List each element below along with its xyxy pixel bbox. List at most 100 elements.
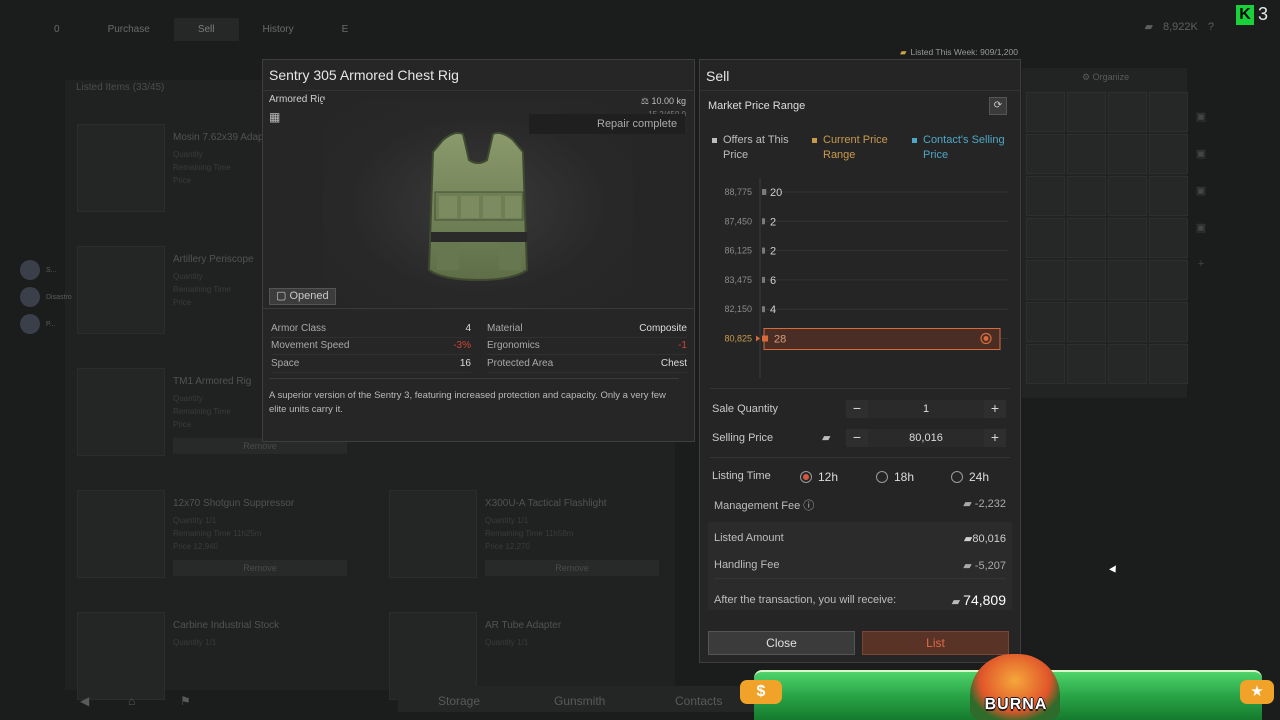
- star-icon: ★: [1240, 680, 1274, 704]
- offer-count-label: 2: [770, 246, 776, 258]
- offer-count-label: 4: [770, 304, 776, 316]
- offer-bar: [762, 218, 765, 225]
- y-tick-label: 80,825: [724, 334, 752, 344]
- tab-e[interactable]: E: [318, 18, 373, 41]
- tab-history[interactable]: History: [239, 18, 318, 41]
- side-icon[interactable]: ▣: [1196, 221, 1206, 234]
- side-toolbar: ▣ ▣ ▣ ▣ +: [1188, 100, 1214, 300]
- item-detail-panel: Sentry 305 Armored Chest Rig Armored Rig…: [262, 59, 695, 442]
- remove-button[interactable]: Remove: [173, 560, 347, 576]
- offer-count-label: 2: [770, 216, 776, 228]
- burna-logo-text: BURNA: [984, 696, 1048, 713]
- sale-quantity-label: Sale Quantity: [712, 403, 779, 415]
- avatar: [20, 287, 40, 307]
- flag-icon[interactable]: ⚑: [180, 694, 191, 708]
- price-plus-button[interactable]: +: [984, 429, 1006, 447]
- listed-this-week: ▰ Listed This Week: 909/1,200: [900, 47, 1018, 57]
- nav-contacts[interactable]: Contacts: [675, 694, 722, 708]
- listing-12h-radio[interactable]: 12h: [800, 470, 838, 484]
- quantity-plus-button[interactable]: +: [984, 400, 1006, 418]
- close-button[interactable]: Close: [708, 631, 855, 655]
- receive-amount: 74,809: [963, 592, 1006, 608]
- opened-badge[interactable]: ▢ Opened: [269, 288, 336, 305]
- organize-icon: ⚙: [1082, 72, 1093, 82]
- avatar: [20, 260, 40, 280]
- money-icon: ▰: [1144, 21, 1153, 33]
- stat-armor-class: Armor Class 4: [271, 320, 471, 338]
- offer-count-label: 6: [770, 275, 776, 287]
- offer-count-label: 20: [770, 187, 782, 199]
- friends-list: S... Disastro P...: [20, 260, 72, 341]
- refresh-icon[interactable]: ⟳: [989, 97, 1007, 115]
- y-tick-label: 87,450: [724, 216, 752, 226]
- mouse-cursor-icon: [1109, 565, 1119, 575]
- repair-complete-toast: Repair complete: [529, 114, 685, 134]
- listed-items-header: Listed Items (33/45): [76, 82, 165, 93]
- price-minus-button[interactable]: −: [846, 429, 868, 447]
- receive-row: After the transaction, you will receive:…: [714, 592, 1006, 608]
- listed-card[interactable]: 12x70 Shotgun Suppressor Quantity 1/1 Rem…: [65, 490, 365, 590]
- info-icon[interactable]: ⓘ: [803, 500, 814, 512]
- listing-18h-radio[interactable]: 18h: [876, 470, 914, 484]
- item-title: Sentry 305 Armored Chest Rig: [263, 60, 694, 91]
- current-price-row: [763, 328, 1001, 350]
- legend-offers: Offers at This Price: [712, 133, 812, 163]
- offer-bar: [762, 276, 765, 283]
- y-tick-label: 82,150: [724, 304, 752, 314]
- y-tick-label: 86,125: [724, 246, 752, 256]
- stat-material: Material Composite: [487, 320, 687, 338]
- tab-purchase[interactable]: Purchase: [84, 18, 174, 41]
- currency-total: 8,922K: [1163, 20, 1198, 33]
- remove-button[interactable]: Remove: [485, 560, 659, 576]
- sell-title: Sell: [700, 60, 1020, 91]
- market-price-range-label: Market Price Range: [708, 100, 806, 112]
- stream-banner: $ ★ BURNA: [740, 654, 1280, 720]
- side-icon[interactable]: ▣: [1196, 110, 1206, 123]
- item-thumbnail: [77, 368, 165, 456]
- dollar-icon: $: [740, 680, 782, 704]
- friend-item[interactable]: P...: [20, 314, 72, 334]
- radio-icon: [951, 471, 963, 483]
- box-icon: ▢: [276, 290, 290, 302]
- side-icon[interactable]: ▣: [1196, 147, 1206, 160]
- price-pointer: [756, 335, 760, 342]
- price-input[interactable]: 80,016: [868, 429, 984, 447]
- item-thumbnail: [77, 490, 165, 578]
- friend-item[interactable]: Disastro: [20, 287, 72, 307]
- offer-bar: [762, 247, 765, 254]
- listed-amount-row: Listed Amount ▰80,016: [714, 532, 1006, 545]
- list-button[interactable]: List: [862, 631, 1009, 655]
- item-description: A superior version of the Sentry 3, feat…: [269, 378, 679, 417]
- back-icon[interactable]: ◀: [80, 694, 89, 708]
- nav-gunsmith[interactable]: Gunsmith: [554, 694, 605, 708]
- item-type: Armored Rig: [269, 94, 326, 105]
- quantity-input[interactable]: 1: [868, 400, 984, 418]
- listed-card[interactable]: X300U-A Tactical Flashlight Quantity 1/1…: [377, 490, 677, 590]
- item-stats: Armor Class 4 Movement Speed -3% Space 16 M…: [271, 320, 687, 373]
- price-chart-svg: 88,775 20 87,450 2 86,125 2 83,475 6 82,150 4 80,8…: [724, 178, 1008, 378]
- money-icon: ▰: [951, 596, 964, 608]
- grid-icon: ▦: [269, 110, 281, 124]
- side-icon[interactable]: ▣: [1196, 184, 1206, 197]
- quantity-minus-button[interactable]: −: [846, 400, 868, 418]
- listing-24h-radio[interactable]: 24h: [951, 470, 989, 484]
- stat-ergonomics: Ergonomics -1: [487, 338, 687, 355]
- k-logo-icon: K: [1235, 4, 1254, 25]
- target-icon-dot: [983, 336, 989, 341]
- organize-button[interactable]: ⚙ Organize: [1082, 72, 1129, 83]
- selling-price-stepper: − 80,016 +: [846, 429, 1006, 447]
- money-icon: ▰: [963, 560, 975, 572]
- tab-sell[interactable]: Sell: [173, 17, 239, 41]
- offer-count-label: 28: [774, 334, 786, 346]
- home-icon[interactable]: ⌂: [128, 694, 135, 708]
- help-icon[interactable]: ?: [1208, 21, 1214, 33]
- weight-icon: ⚖: [640, 96, 652, 106]
- k-count: 3: [1257, 4, 1268, 24]
- item-weight: ⚖ 10.00 kg: [640, 96, 686, 106]
- nav-storage[interactable]: Storage: [438, 694, 480, 708]
- friend-item[interactable]: S...: [20, 260, 72, 280]
- avatar: [20, 314, 40, 334]
- tab-0[interactable]: 0: [30, 18, 84, 41]
- legend-contact-price: Contact's Selling Price: [912, 133, 1012, 163]
- add-icon[interactable]: +: [1198, 258, 1204, 270]
